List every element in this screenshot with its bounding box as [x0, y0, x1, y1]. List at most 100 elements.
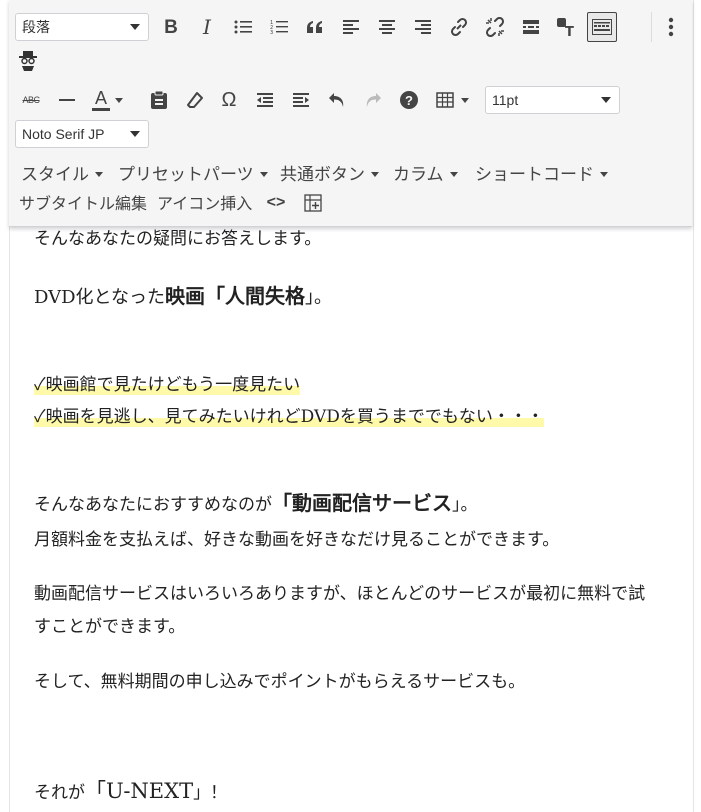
- menu-preset-parts[interactable]: プリセットパーツ: [118, 160, 268, 185]
- button-label: サブタイトル編集: [19, 196, 148, 213]
- font-size-select[interactable]: 11pt: [485, 86, 620, 114]
- horizontal-line-icon: [59, 99, 75, 101]
- align-right-button[interactable]: [411, 15, 435, 39]
- paragraph: すことができます。: [34, 617, 186, 637]
- clear-formatting-icon: [187, 92, 203, 108]
- chevron-down-icon: [130, 24, 140, 30]
- paragraph: そんなあなたの疑問にお答えします。: [34, 229, 322, 249]
- menu-shortcodes[interactable]: ショートコード: [475, 160, 608, 185]
- text: 」。: [452, 495, 478, 515]
- strikethrough-icon: ABC: [22, 94, 40, 105]
- menu-label: 共通ボタン: [280, 165, 365, 184]
- help-icon: ?: [400, 91, 418, 109]
- menu-label: プリセットパーツ: [118, 165, 254, 184]
- read-more-button[interactable]: [519, 15, 543, 39]
- read-more-icon: [523, 20, 539, 34]
- color-swatch: [92, 108, 110, 111]
- menu-label: カラム: [393, 165, 444, 184]
- paste-text-button[interactable]: T: [555, 15, 579, 39]
- outdent-button[interactable]: [253, 88, 277, 112]
- code-icon: <>: [266, 194, 286, 211]
- text-color-dropdown[interactable]: [113, 92, 125, 108]
- svg-text:T: T: [565, 25, 574, 37]
- text-color-button[interactable]: A: [89, 86, 113, 114]
- font-size-select-value: 11pt: [492, 92, 519, 108]
- paragraph: DVD化となった映画「人間失格」。: [34, 280, 332, 309]
- numbered-list-button[interactable]: 123: [267, 15, 291, 39]
- table-add-icon: [304, 194, 322, 212]
- font-family-select-value: Noto Serif JP: [22, 126, 105, 142]
- paste-icon: [151, 90, 167, 109]
- blockquote-icon: [307, 21, 322, 33]
- format-select-value: 段落: [22, 19, 50, 35]
- menu-style[interactable]: スタイル: [21, 160, 103, 185]
- menu-label: ショートコード: [475, 165, 594, 184]
- strikethrough-button[interactable]: ABC: [19, 88, 43, 112]
- chevron-down-icon: [461, 97, 469, 103]
- paragraph: 動画配信サービスはいろいろありますが、ほとんどのサービスが最初に無料で試: [34, 584, 646, 604]
- more-options-button[interactable]: [661, 15, 681, 39]
- font-family-select[interactable]: Noto Serif JP: [15, 120, 149, 148]
- checklist-item: ✓映画館で見たけどもう一度見たい: [34, 370, 301, 395]
- menu-common-buttons[interactable]: 共通ボタン: [280, 160, 379, 185]
- table-button[interactable]: [433, 88, 457, 112]
- redo-button[interactable]: [361, 88, 385, 112]
- bold-text: 映画「人間失格: [165, 284, 306, 308]
- unlink-button[interactable]: [483, 15, 507, 39]
- indent-icon: [293, 93, 309, 107]
- chevron-down-icon: [130, 131, 140, 137]
- editor-toolbar: 段落 B I 123 T ABC A Ω ? 11pt Noto Serif J…: [9, 0, 692, 227]
- unlink-icon: [485, 17, 505, 37]
- svg-text:3: 3: [270, 30, 273, 35]
- menu-columns[interactable]: カラム: [393, 160, 458, 185]
- table-dropdown[interactable]: [459, 92, 471, 108]
- format-select[interactable]: 段落: [15, 13, 149, 41]
- toolbar-divider: [651, 12, 652, 42]
- button-label: アイコン挿入: [157, 196, 253, 213]
- paste-button[interactable]: [147, 88, 171, 112]
- align-center-button[interactable]: [375, 15, 399, 39]
- paragraph: それが「U-NEXT」！: [34, 775, 227, 805]
- spy-icon: [19, 51, 37, 71]
- table-icon: [436, 92, 454, 108]
- chevron-down-icon: [449, 172, 458, 177]
- text-color-icon: A: [94, 88, 107, 108]
- bullet-list-icon: [234, 20, 252, 34]
- bold-icon: B: [164, 16, 178, 38]
- text: 」。: [305, 287, 333, 308]
- clear-formatting-button[interactable]: [183, 88, 207, 112]
- text: 」！: [193, 783, 228, 803]
- chevron-down-icon: [600, 172, 608, 177]
- outdent-icon: [257, 93, 273, 107]
- bullet-list-button[interactable]: [231, 15, 255, 39]
- large-text: 「U-NEXT: [85, 779, 194, 803]
- help-button[interactable]: ?: [397, 88, 421, 112]
- checklist-item: ✓映画を見逃し、見てみたいけれどDVDを買うまででもない・・・: [34, 402, 544, 427]
- undo-button[interactable]: [325, 88, 349, 112]
- highlight-text: ✓映画館で見たけどもう一度見たい: [34, 375, 301, 395]
- spy-button[interactable]: [15, 48, 41, 74]
- align-left-button[interactable]: [339, 15, 363, 39]
- undo-icon: [329, 93, 344, 107]
- bold-text: 「動画配信サービス: [272, 491, 452, 515]
- bold-button[interactable]: B: [159, 15, 183, 39]
- insert-table-button[interactable]: [301, 192, 325, 214]
- indent-button[interactable]: [289, 88, 313, 112]
- more-options-icon: [668, 17, 674, 37]
- link-button[interactable]: [447, 15, 471, 39]
- italic-icon: I: [203, 15, 211, 39]
- special-character-button[interactable]: Ω: [217, 88, 241, 112]
- text: そんなあなたにおすすめなのが: [34, 495, 272, 515]
- chevron-down-icon: [601, 97, 611, 103]
- insert-icon-button[interactable]: アイコン挿入: [157, 190, 252, 214]
- subtitle-edit-button[interactable]: サブタイトル編集: [19, 190, 147, 214]
- align-left-icon: [343, 20, 359, 34]
- horizontal-line-button[interactable]: [55, 88, 79, 112]
- numbered-list-icon: 123: [270, 20, 288, 35]
- code-button[interactable]: <>: [263, 192, 289, 214]
- paragraph: そんなあなたにおすすめなのが「動画配信サービス」。: [34, 487, 478, 516]
- italic-button[interactable]: I: [195, 15, 219, 39]
- toolbar-toggle-button[interactable]: [587, 12, 617, 42]
- link-icon: [450, 17, 468, 37]
- blockquote-button[interactable]: [303, 15, 327, 39]
